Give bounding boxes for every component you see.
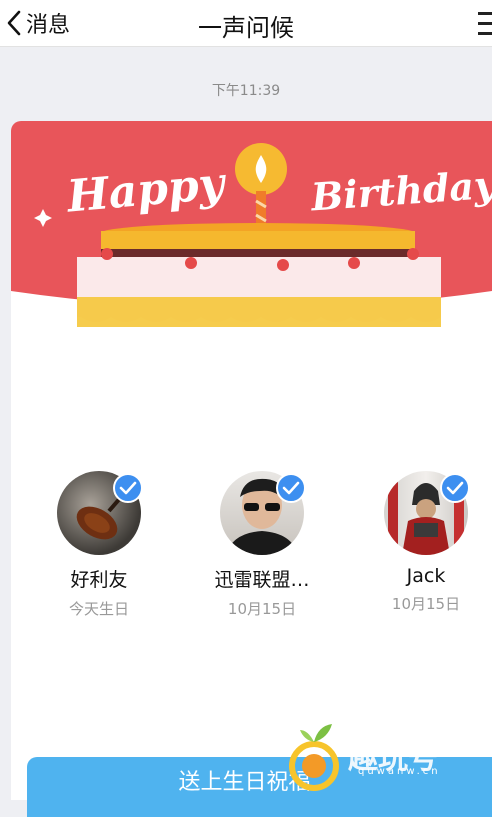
selected-check-icon[interactable]: [440, 473, 470, 503]
friend-item-1[interactable]: 好利友 今天生日: [29, 471, 169, 619]
avatar-wrapper: [57, 471, 143, 555]
avatar-wrapper: [384, 471, 470, 555]
selected-check-icon[interactable]: [276, 473, 306, 503]
friend-birthday: 10月15日: [391, 595, 461, 613]
friend-name: 好利友: [70, 569, 128, 591]
friend-name: 迅雷联盟…: [214, 569, 310, 591]
friend-item-3[interactable]: Jack 10月15日: [356, 471, 492, 614]
birthday-card[interactable]: Happy Birthday 好利友 今天生日 迅雷联盟… 10月15日 Jac…: [11, 121, 492, 800]
selected-check-icon[interactable]: [113, 473, 143, 503]
page-title: 一声问候: [198, 14, 294, 42]
menu-icon[interactable]: [478, 10, 492, 38]
birthday-banner: Happy Birthday: [11, 121, 492, 327]
message-timestamp: 下午11:39: [211, 83, 281, 99]
watermark-url: quwanw.cn: [358, 766, 441, 777]
watermark-logo: 趣玩号: [289, 724, 438, 791]
avatar-wrapper: [220, 471, 306, 555]
friend-name: Jack: [406, 565, 446, 587]
friend-item-2[interactable]: 迅雷联盟… 10月15日: [192, 471, 332, 619]
nav-bar: 消息 一声问候: [0, 0, 492, 47]
friend-birthday: 今天生日: [68, 600, 129, 618]
friend-birthday: 10月15日: [227, 600, 297, 618]
